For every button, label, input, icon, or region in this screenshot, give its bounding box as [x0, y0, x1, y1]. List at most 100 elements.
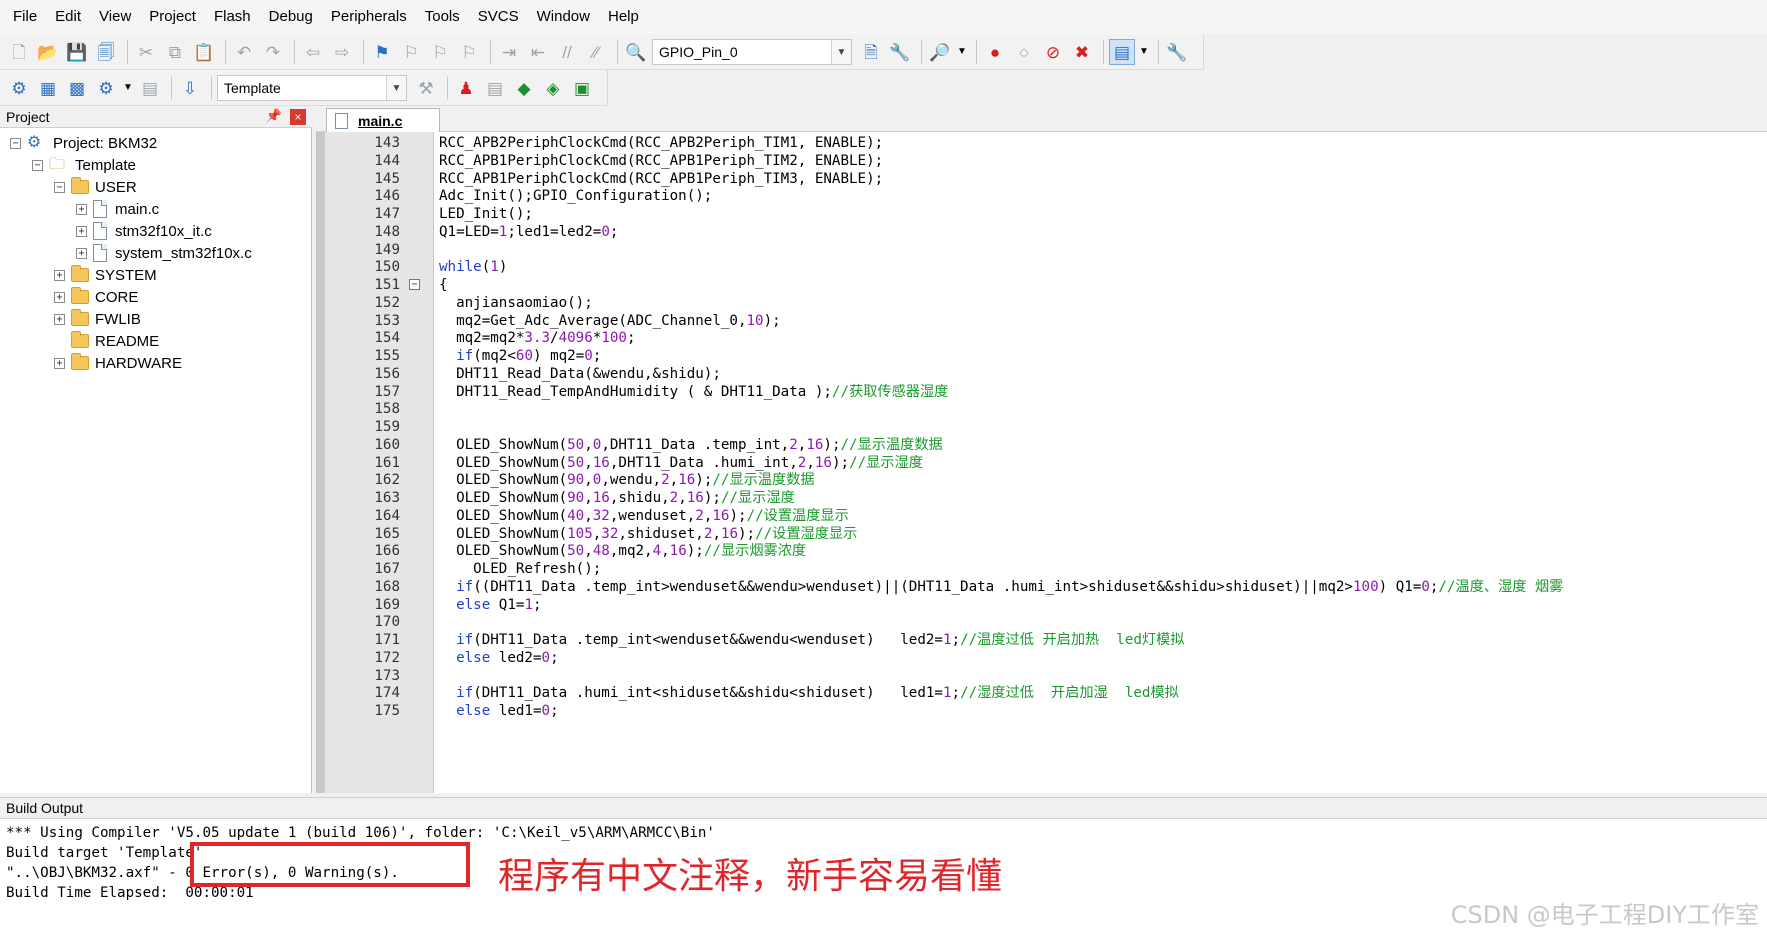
debug-session-icon[interactable]: 🔎	[927, 39, 953, 65]
expand-icon[interactable]: +	[76, 203, 87, 215]
browse-icon[interactable]: 🔧	[887, 39, 913, 65]
pin-icon[interactable]: 📌	[266, 108, 282, 124]
uncomment-icon[interactable]: ⁄⁄	[583, 39, 609, 65]
menu-tools[interactable]: Tools	[416, 0, 469, 34]
nav-back-icon[interactable]: ⇦	[300, 39, 326, 65]
menu-project[interactable]: Project	[140, 0, 205, 34]
clear-bookmarks-icon[interactable]: ⚐	[456, 39, 482, 65]
tree-label: CORE	[95, 288, 139, 306]
open-file-icon[interactable]: 📂	[35, 39, 61, 65]
tab-label: main.c	[358, 112, 403, 129]
menu-window[interactable]: Window	[528, 0, 599, 34]
nav-forward-icon[interactable]: ⇨	[329, 39, 355, 65]
editor-tab-bar: main.c	[316, 106, 1767, 132]
code-line: 175 else led1=0;	[317, 701, 1767, 721]
tree-node-readme[interactable]: README	[54, 330, 159, 352]
cut-icon[interactable]: ✂	[133, 39, 159, 65]
tree-node-file[interactable]: + system_stm32f10x.c	[76, 242, 252, 264]
build-output-pane[interactable]: *** Using Compiler 'V5.05 update 1 (buil…	[0, 819, 1767, 938]
enable-breakpoint-icon[interactable]: ○	[1011, 39, 1037, 65]
tree-node-core[interactable]: + CORE	[54, 286, 138, 308]
expand-icon[interactable]: +	[54, 291, 65, 303]
expand-icon[interactable]: +	[54, 269, 65, 281]
comment-icon[interactable]: //	[554, 39, 580, 65]
pack-installer-icon[interactable]: ◈	[540, 75, 566, 101]
target-options-icon[interactable]: ⚒	[413, 75, 439, 101]
collapse-icon[interactable]: −	[10, 137, 21, 149]
prev-bookmark-icon[interactable]: ⚐	[398, 39, 424, 65]
close-icon[interactable]: ×	[290, 109, 306, 125]
menu-debug[interactable]: Debug	[260, 0, 322, 34]
kill-breakpoints-icon[interactable]: ✖	[1069, 39, 1095, 65]
project-pane-header: Project 📌 ×	[0, 106, 312, 128]
file-extensions-icon[interactable]: ▤	[482, 75, 508, 101]
menu-peripherals[interactable]: Peripherals	[322, 0, 416, 34]
project-tree: − ⚙ Project: BKM32 − 🗀 Template − USER +…	[0, 128, 312, 793]
code-editor[interactable]: 143 RCC_APB2PeriphClockCmd(RCC_APB2Periph…	[316, 132, 1767, 793]
expand-icon[interactable]: +	[54, 313, 65, 325]
menu-flash[interactable]: Flash	[205, 0, 260, 34]
tree-node-hardware[interactable]: + HARDWARE	[54, 352, 182, 374]
tree-node-fwlib[interactable]: + FWLIB	[54, 308, 141, 330]
chevron-down-icon[interactable]: ▼	[956, 39, 968, 65]
indent-icon[interactable]: ⇥	[496, 39, 522, 65]
target-combo-value: Template	[224, 80, 281, 96]
tree-node-target[interactable]: − 🗀 Template	[32, 154, 136, 176]
download-icon[interactable]: ⇩	[177, 75, 203, 101]
insert-breakpoint-icon[interactable]: ●	[982, 39, 1008, 65]
redo-icon[interactable]: ↷	[260, 39, 286, 65]
undo-icon[interactable]: ↶	[231, 39, 257, 65]
save-all-icon[interactable]: 🗐	[93, 39, 119, 65]
menu-file[interactable]: File	[4, 0, 46, 34]
menu-svcs[interactable]: SVCS	[469, 0, 528, 34]
find-combo[interactable]: GPIO_Pin_0 ▼	[652, 39, 852, 65]
incremental-find-icon[interactable]: 🗎	[858, 39, 884, 65]
code-text: else led1=0;	[456, 703, 559, 719]
tree-label: main.c	[115, 200, 160, 218]
configure-icon[interactable]: 🔧	[1164, 39, 1190, 65]
tree-node-system[interactable]: + SYSTEM	[54, 264, 157, 286]
menu-view[interactable]: View	[90, 0, 140, 34]
chevron-down-icon[interactable]: ▼	[386, 76, 406, 100]
unindent-icon[interactable]: ⇤	[525, 39, 551, 65]
tree-node-user[interactable]: − USER	[54, 176, 137, 198]
translate-icon[interactable]: ⚙	[6, 75, 32, 101]
folder-icon	[71, 331, 89, 348]
tree-label: USER	[95, 178, 137, 196]
file-icon	[93, 222, 107, 240]
run-time-environment-icon[interactable]: ▣	[569, 75, 595, 101]
chevron-down-icon[interactable]: ▼	[1138, 39, 1150, 65]
collapse-icon[interactable]: −	[32, 159, 43, 171]
stop-build-icon[interactable]: ▤	[137, 75, 163, 101]
target-combo[interactable]: Template ▼	[217, 75, 407, 101]
menu-edit[interactable]: Edit	[46, 0, 90, 34]
fold-icon[interactable]: −	[409, 279, 420, 290]
tree-label: HARDWARE	[95, 354, 182, 372]
bookmark-icon[interactable]: ⚑	[369, 39, 395, 65]
expand-icon[interactable]: +	[54, 357, 65, 369]
tree-node-file[interactable]: + stm32f10x_it.c	[76, 220, 212, 242]
tree-node-project[interactable]: − ⚙ Project: BKM32	[10, 132, 157, 154]
build-icon[interactable]: ▦	[35, 75, 61, 101]
save-icon[interactable]: 💾	[64, 39, 90, 65]
rebuild-icon[interactable]: ▩	[64, 75, 90, 101]
target-icon: 🗀	[49, 156, 66, 173]
expand-icon[interactable]: +	[76, 247, 87, 259]
paste-icon[interactable]: 📋	[191, 39, 217, 65]
expand-icon[interactable]: +	[76, 225, 87, 237]
collapse-icon[interactable]: −	[54, 181, 65, 193]
chevron-down-icon[interactable]: ▼	[122, 75, 134, 101]
menu-help[interactable]: Help	[599, 0, 648, 34]
tree-node-file[interactable]: + main.c	[76, 198, 159, 220]
new-file-icon[interactable]: 🗋	[6, 39, 32, 65]
copy-icon[interactable]: ⧉	[162, 39, 188, 65]
window-layout-icon[interactable]: ▤	[1109, 39, 1135, 65]
disable-breakpoints-icon[interactable]: ⊘	[1040, 39, 1066, 65]
batch-build-icon[interactable]: ⚙	[93, 75, 119, 101]
manage-components-icon[interactable]: ♟	[453, 75, 479, 101]
next-bookmark-icon[interactable]: ⚐	[427, 39, 453, 65]
tab-main-c[interactable]: main.c	[326, 108, 440, 132]
chevron-down-icon[interactable]: ▼	[831, 40, 851, 64]
find-in-files-icon[interactable]: 🔍	[623, 39, 649, 65]
select-packs-icon[interactable]: ◆	[511, 75, 537, 101]
